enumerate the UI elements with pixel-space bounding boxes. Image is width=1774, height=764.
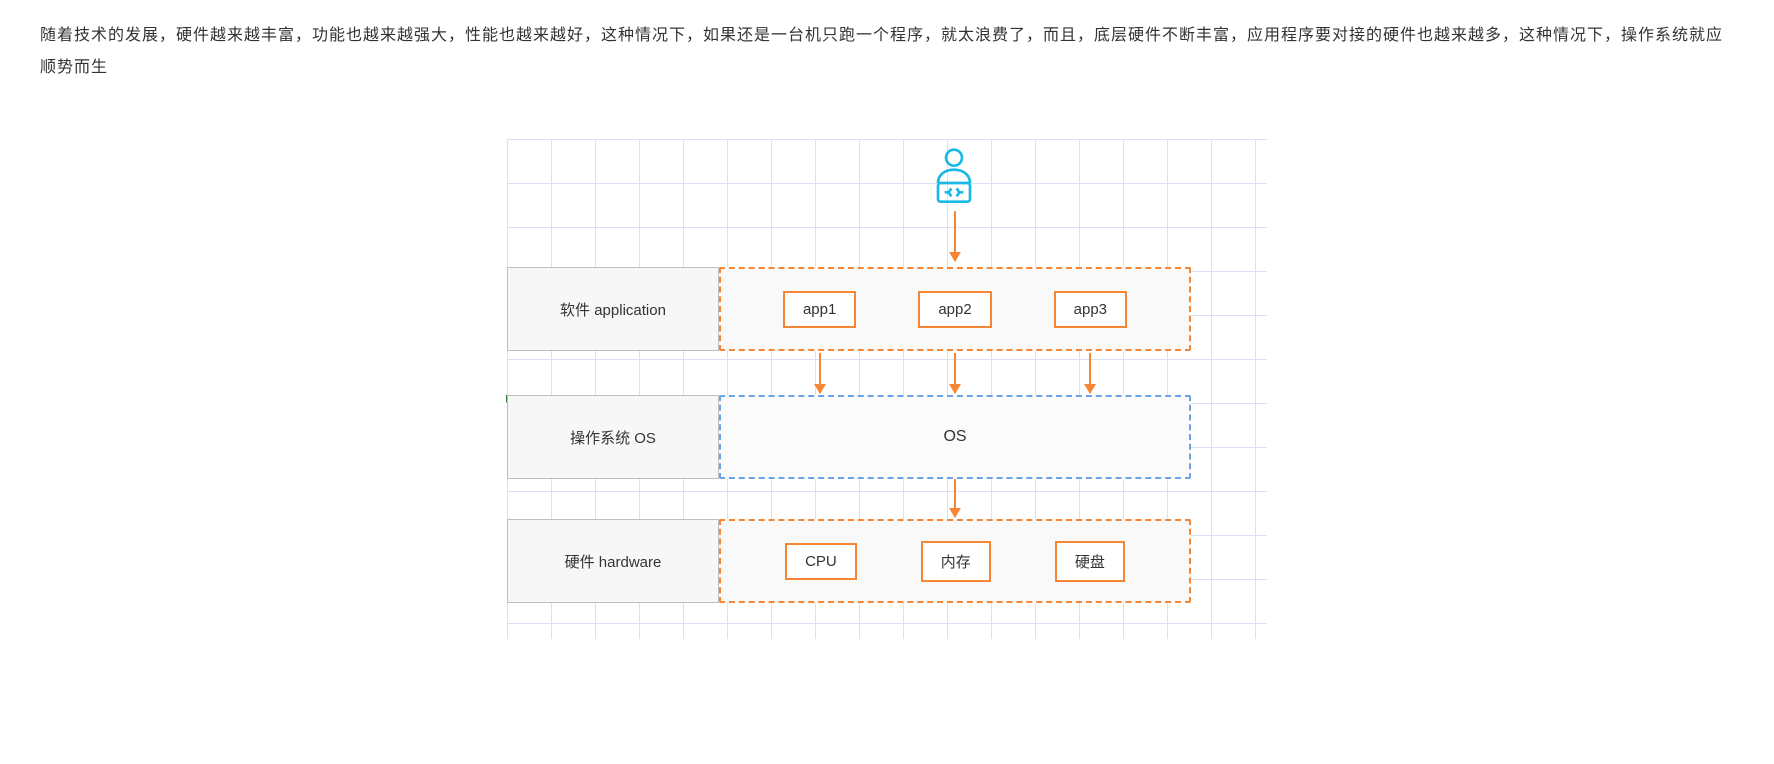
developer-icon [922,143,986,207]
node-memory: 内存 [921,541,991,582]
node-disk: 硬盘 [1055,541,1125,582]
arrow-user-to-apps [954,211,956,261]
arrow-app1-to-os [819,353,821,393]
node-cpu: CPU [785,543,857,580]
arrow-app3-to-os [1089,353,1091,393]
row-label-application: 软件 application [507,267,719,351]
node-app3: app3 [1054,291,1127,328]
group-applications: app1 app2 app3 [719,267,1191,351]
os-architecture-diagram: 软件 application app1 app2 app3 操作系统 OS OS… [507,139,1267,639]
node-app1: app1 [783,291,856,328]
arrow-app2-to-os [954,353,956,393]
row-label-os: 操作系统 OS [507,395,719,479]
group-os: OS [719,395,1191,479]
row-label-hardware: 硬件 hardware [507,519,719,603]
group-hardware: CPU 内存 硬盘 [719,519,1191,603]
arrow-os-to-hardware [954,479,956,517]
node-os: OS [943,428,966,446]
node-app2: app2 [918,291,991,328]
intro-paragraph: 随着技术的发展，硬件越来越丰富，功能也越来越强大，性能也越来越好，这种情况下，如… [0,20,1774,84]
